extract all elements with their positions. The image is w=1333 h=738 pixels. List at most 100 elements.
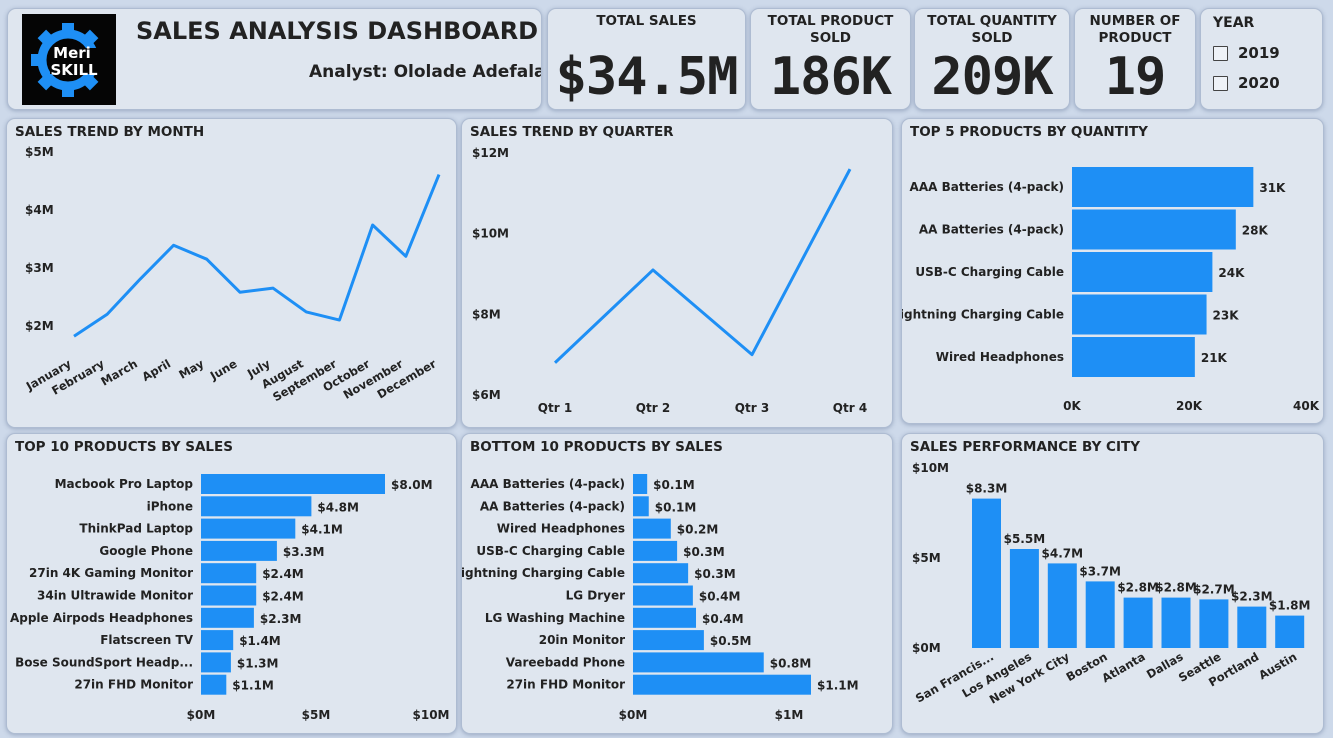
data-label: $3.3M <box>283 545 325 559</box>
data-label: $3.7M <box>1079 564 1121 578</box>
logo-line2: SKILL <box>50 61 98 79</box>
bar <box>633 474 648 494</box>
data-label: $2.4M <box>262 567 304 581</box>
logo-line1: Meri <box>53 44 91 62</box>
data-label: $1.8M <box>1269 599 1311 613</box>
data-label: $0.8M <box>770 656 812 670</box>
category-label: AAA Batteries (4-pack) <box>910 180 1064 194</box>
x-tick-label: Qtr 1 <box>538 401 572 415</box>
data-label: $0.2M <box>677 523 719 537</box>
kpi-value: 19 <box>1104 47 1167 107</box>
kpi-label: TOTAL SALES <box>596 13 697 29</box>
y-tick-label: $5M <box>912 551 941 565</box>
data-label: $8.0M <box>391 478 433 492</box>
bar <box>1072 167 1254 207</box>
bar <box>633 674 811 695</box>
analyst-name: Analyst: Ololade Adefala <box>309 62 542 82</box>
category-label: AAA Batteries (4-pack) <box>471 477 625 491</box>
data-label: $1.4M <box>239 634 281 648</box>
category-label: Lightning Charging Cable <box>462 566 625 580</box>
data-label: $8.3M <box>966 482 1008 496</box>
checkbox[interactable] <box>1213 45 1228 61</box>
x-tick-label: 0K <box>1063 399 1081 413</box>
bar <box>633 518 671 539</box>
x-tick-label: $0M <box>187 708 216 722</box>
category-label: AA Batteries (4-pack) <box>480 499 625 513</box>
data-label: 23K <box>1213 309 1240 323</box>
year-option-2020[interactable]: 2020 <box>1213 74 1280 92</box>
chart-svg: $6M $8M $10M $12M Qtr 1 Qtr 2 Qtr 3 Qtr 4 <box>472 146 867 415</box>
bar <box>1009 549 1039 648</box>
kpi-total-product-sold: TOTAL PRODUCT SOLD 186K <box>750 8 911 110</box>
data-label: $2.8M <box>1155 581 1197 595</box>
category-label: Bose SoundSport Headp... <box>15 655 193 669</box>
x-tick-label: March <box>98 356 140 388</box>
gear-icon: Meri SKILL <box>31 23 110 97</box>
kpi-label: TOTAL QUANTITY SOLD <box>927 13 1057 46</box>
y-tick-label: $0M <box>912 641 941 655</box>
kpi-label: TOTAL PRODUCT SOLD <box>767 13 894 46</box>
data-label: $2.3M <box>260 612 302 626</box>
category-label: 27in FHD Monitor <box>506 678 625 692</box>
category-label: 27in FHD Monitor <box>74 678 193 692</box>
data-label: $0.4M <box>702 612 744 626</box>
chart-svg: AAA Batteries (4-pack) $0.1M AA Batteries … <box>462 474 859 722</box>
meriskill-logo: Meri SKILL <box>22 14 116 105</box>
data-label: $1.1M <box>232 679 274 693</box>
bar <box>1123 597 1153 648</box>
chart-top5-quantity: TOP 5 PRODUCTS BY QUANTITY AAA Batteries… <box>901 118 1324 424</box>
x-tick-label: $10M <box>413 708 450 722</box>
kpi-number-of-product: NUMBER OF PRODUCT 19 <box>1074 8 1196 110</box>
bar <box>201 563 257 584</box>
chart-svg: $0M$5M$10M$8.3MSan Francis...$5.5MLos An… <box>912 461 1311 707</box>
y-tick-label: $4M <box>25 203 54 217</box>
chart-sales-by-quarter: SALES TREND BY QUARTER $6M $8M $10M $12M Qtr… <box>461 118 893 428</box>
y-tick-label: $2M <box>25 319 54 333</box>
data-label: $5.5M <box>1004 532 1046 546</box>
category-label: Vareebadd Phone <box>506 655 625 669</box>
bar <box>633 496 649 517</box>
data-label: $0.3M <box>694 567 736 581</box>
bar <box>1275 615 1305 648</box>
data-label: $4.7M <box>1042 546 1084 560</box>
bar <box>1072 252 1213 292</box>
category-label: AA Batteries (4-pack) <box>919 223 1064 237</box>
bar <box>633 540 678 561</box>
x-tick-label: Qtr 2 <box>636 401 670 415</box>
data-label: $0.1M <box>653 478 695 492</box>
kpi-value: 186K <box>769 47 892 107</box>
checkbox[interactable] <box>1213 75 1228 91</box>
bar <box>972 498 1001 648</box>
y-tick-label: $10M <box>472 227 509 241</box>
y-tick-label: $6M <box>472 388 501 402</box>
data-label: $1.1M <box>817 679 859 693</box>
category-label: USB-C Charging Cable <box>915 265 1064 279</box>
bar <box>633 585 693 606</box>
category-label: Google Phone <box>99 544 193 558</box>
bar <box>1072 209 1236 250</box>
category-label: Flatscreen TV <box>100 633 194 647</box>
year-option-2019[interactable]: 2019 <box>1213 44 1280 62</box>
x-tick-label: Qtr 3 <box>735 401 769 415</box>
kpi-label: NUMBER OF PRODUCT <box>1089 13 1181 46</box>
data-label: $0.1M <box>655 500 697 514</box>
chart-bottom10-sales: BOTTOM 10 PRODUCTS BY SALES AAA Batterie… <box>461 433 893 734</box>
bar <box>1072 337 1195 377</box>
bar <box>201 518 296 539</box>
data-label: $2.3M <box>1231 590 1273 604</box>
year-option-label: 2019 <box>1238 44 1280 62</box>
bar <box>1047 563 1077 648</box>
data-label: $2.7M <box>1193 582 1235 596</box>
data-label: $2.8M <box>1117 581 1159 595</box>
category-label: ThinkPad Laptop <box>79 522 193 536</box>
chart-svg: AAA Batteries (4-pack) 31K AA Batteries (4… <box>902 167 1320 413</box>
data-label: 28K <box>1242 224 1269 238</box>
category-label: Macbook Pro Laptop <box>55 477 194 491</box>
category-label: Wired Headphones <box>936 350 1064 364</box>
category-label: 27in 4K Gaming Monitor <box>29 566 193 580</box>
bar <box>201 607 254 628</box>
x-tick-label: Austin <box>1256 649 1299 682</box>
y-tick-label: $10M <box>912 461 949 475</box>
bar <box>633 607 697 628</box>
series-line <box>73 174 441 338</box>
